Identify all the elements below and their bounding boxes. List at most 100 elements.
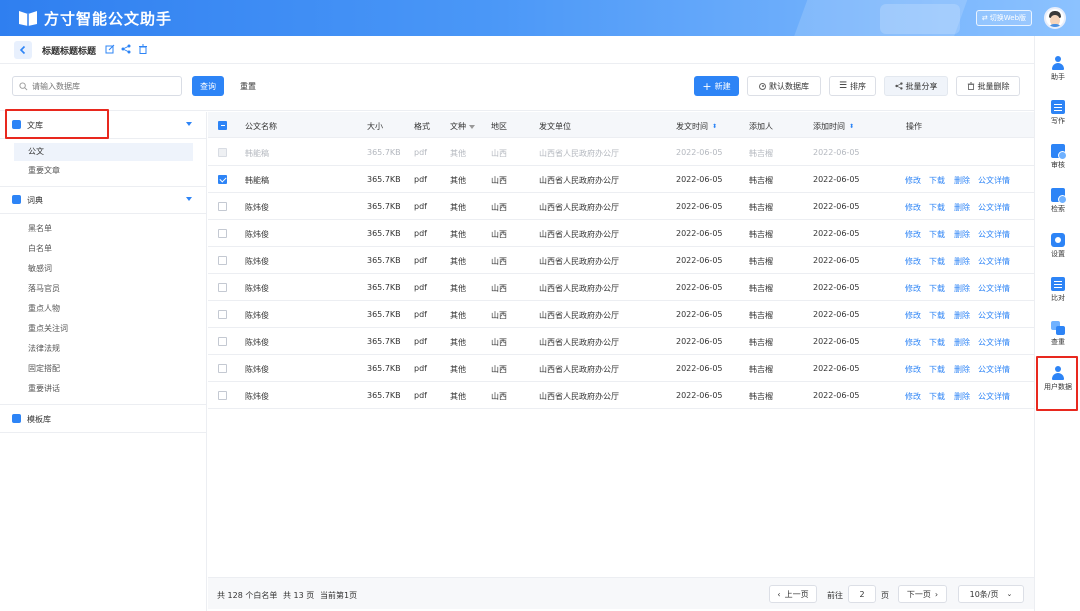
rightbar-assistant[interactable]: 助手 — [1035, 52, 1080, 96]
sidebar-group-dictionary[interactable]: 词典 — [0, 187, 207, 213]
delete-link[interactable]: 删除 — [954, 175, 970, 186]
row-checkbox[interactable] — [218, 337, 227, 346]
download-link[interactable]: 下载 — [929, 283, 945, 294]
download-link[interactable]: 下载 — [929, 337, 945, 348]
user-avatar[interactable] — [1044, 7, 1066, 29]
detail-link[interactable]: 公文详情 — [978, 337, 1010, 348]
search-box[interactable] — [12, 76, 182, 96]
download-link[interactable]: 下载 — [929, 364, 945, 375]
sidebar-group-templates[interactable]: 模板库 — [0, 406, 207, 432]
delete-link[interactable]: 删除 — [954, 229, 970, 240]
batch-share-button[interactable]: 批量分享 — [884, 76, 948, 96]
row-checkbox[interactable] — [218, 256, 227, 265]
sidebar-item-sensitive-words[interactable]: 敏感词 — [14, 260, 193, 278]
delete-link[interactable]: 删除 — [954, 202, 970, 213]
edit-link[interactable]: 修改 — [905, 283, 921, 294]
edit-link[interactable]: 修改 — [905, 337, 921, 348]
table-row[interactable]: 陈炜俊 365.7KB pdf 其他 山西 山西省人民政府办公厅 2022-06-05 韩吉榴… — [208, 247, 1034, 274]
row-checkbox[interactable] — [218, 229, 227, 238]
page-size-select[interactable]: 10条/页 ⌄ — [958, 585, 1024, 603]
edit-link[interactable]: 修改 — [905, 391, 921, 402]
select-all-checkbox[interactable] — [218, 121, 227, 130]
sidebar-item-important-articles[interactable]: 重要文章 — [14, 162, 193, 180]
delete-link[interactable]: 删除 — [954, 337, 970, 348]
detail-link[interactable]: 公文详情 — [978, 256, 1010, 267]
edit-link[interactable]: 修改 — [905, 202, 921, 213]
table-row[interactable]: 陈炜俊 365.7KB pdf 其他 山西 山西省人民政府办公厅 2022-06-05 韩吉榴… — [208, 274, 1034, 301]
sort-button[interactable]: ☰ 排序 — [829, 76, 876, 96]
table-row[interactable]: 陈炜俊 365.7KB pdf 其他 山西 山西省人民政府办公厅 2022-06-05 韩吉榴… — [208, 355, 1034, 382]
next-page-button[interactable]: 下一页 › — [898, 585, 947, 603]
detail-link[interactable]: 公文详情 — [978, 229, 1010, 240]
switch-web-button[interactable]: ⇄ 切换Web版 — [976, 10, 1032, 26]
sidebar-item-fixed-phrases[interactable]: 固定搭配 — [14, 360, 193, 378]
sidebar-item-documents[interactable]: 公文 — [14, 143, 193, 161]
rightbar-settings[interactable]: 设置 — [1035, 229, 1080, 273]
table-row[interactable]: 陈炜俊 365.7KB pdf 其他 山西 山西省人民政府办公厅 2022-06-05 韩吉榴… — [208, 328, 1034, 355]
sidebar-item-important-speeches[interactable]: 重要讲话 — [14, 380, 193, 398]
header-add-time[interactable]: 添加时间 ⬍ — [813, 121, 854, 132]
header-region: 地区 — [491, 122, 507, 131]
table-row[interactable]: 陈炜俊 365.7KB pdf 其他 山西 山西省人民政府办公厅 2022-06-05 韩吉榴… — [208, 220, 1034, 247]
sidebar-item-key-words[interactable]: 重点关注词 — [14, 320, 193, 338]
filter-caret-icon[interactable] — [469, 124, 475, 129]
sidebar-item-whitelist[interactable]: 白名单 — [14, 240, 193, 258]
table-row[interactable]: 陈炜俊 365.7KB pdf 其他 山西 山西省人民政府办公厅 2022-06-05 韩吉榴… — [208, 193, 1034, 220]
detail-link[interactable]: 公文详情 — [978, 364, 1010, 375]
table-row[interactable]: 陈炜俊 365.7KB pdf 其他 山西 山西省人民政府办公厅 2022-06-05 韩吉榴… — [208, 301, 1034, 328]
download-link[interactable]: 下载 — [929, 229, 945, 240]
detail-link[interactable]: 公文详情 — [978, 283, 1010, 294]
rightbar-compare[interactable]: 比对 — [1035, 273, 1080, 317]
edit-link[interactable]: 修改 — [905, 229, 921, 240]
table-row[interactable]: 韩能稿 365.7KB pdf 其他 山西 山西省人民政府办公厅 2022-06-05 韩吉榴… — [208, 166, 1034, 193]
detail-link[interactable]: 公文详情 — [978, 175, 1010, 186]
download-link[interactable]: 下载 — [929, 202, 945, 213]
delete-link[interactable]: 删除 — [954, 256, 970, 267]
download-link[interactable]: 下载 — [929, 256, 945, 267]
detail-link[interactable]: 公文详情 — [978, 310, 1010, 321]
detail-link[interactable]: 公文详情 — [978, 391, 1010, 402]
sidebar-item-key-persons[interactable]: 重点人物 — [14, 300, 193, 318]
row-checkbox[interactable] — [218, 202, 227, 211]
share-icon[interactable] — [121, 44, 131, 54]
edit-link[interactable]: 修改 — [905, 364, 921, 375]
edit-link[interactable]: 修改 — [905, 256, 921, 267]
row-checkbox[interactable] — [218, 391, 227, 400]
delete-link[interactable]: 删除 — [954, 391, 970, 402]
rightbar-review[interactable]: 审核 — [1035, 140, 1080, 184]
download-link[interactable]: 下载 — [929, 391, 945, 402]
edit-link[interactable]: 修改 — [905, 175, 921, 186]
delete-link[interactable]: 删除 — [954, 283, 970, 294]
prev-page-button[interactable]: ‹ 上一页 — [769, 585, 817, 603]
sidebar-item-fallen-officials[interactable]: 落马官员 — [14, 280, 193, 298]
rightbar-duplicate-check[interactable]: 查重 — [1035, 317, 1080, 361]
row-checkbox[interactable] — [218, 310, 227, 319]
search-input[interactable] — [32, 81, 172, 91]
reset-button[interactable]: 重置 — [230, 76, 266, 96]
table-row[interactable]: 韩能稿 365.7KB pdf 其他 山西 山西省人民政府办公厅 2022-06-05 韩吉榴… — [208, 139, 1034, 166]
edit-link[interactable]: 修改 — [905, 310, 921, 321]
row-checkbox[interactable] — [218, 364, 227, 373]
download-link[interactable]: 下载 — [929, 310, 945, 321]
query-button[interactable]: 查询 — [192, 76, 224, 96]
table-row[interactable]: 陈炜俊 365.7KB pdf 其他 山西 山西省人民政府办公厅 2022-06-05 韩吉榴… — [208, 382, 1034, 409]
download-link[interactable]: 下载 — [929, 175, 945, 186]
row-checkbox[interactable] — [218, 283, 227, 292]
row-checkbox[interactable] — [218, 175, 227, 184]
detail-link[interactable]: 公文详情 — [978, 202, 1010, 213]
delete-link[interactable]: 删除 — [954, 310, 970, 321]
new-button[interactable]: + 新建 — [694, 76, 739, 96]
rightbar-writing[interactable]: 写作 — [1035, 96, 1080, 140]
back-button[interactable] — [14, 41, 32, 59]
trash-icon[interactable] — [138, 44, 148, 54]
batch-delete-button[interactable]: 批量删除 — [956, 76, 1020, 96]
header-send-time[interactable]: 发文时间 ⬍ — [676, 121, 717, 132]
default-database-button[interactable]: 默认数据库 — [747, 76, 821, 96]
sidebar-item-blacklist[interactable]: 黑名单 — [14, 220, 193, 238]
header-type[interactable]: 文种 — [450, 121, 475, 132]
edit-icon[interactable] — [105, 44, 115, 54]
delete-link[interactable]: 删除 — [954, 364, 970, 375]
sidebar-item-laws[interactable]: 法律法规 — [14, 340, 193, 358]
rightbar-search[interactable]: 检索 — [1035, 184, 1080, 228]
page-number-input[interactable]: 2 — [848, 585, 876, 603]
